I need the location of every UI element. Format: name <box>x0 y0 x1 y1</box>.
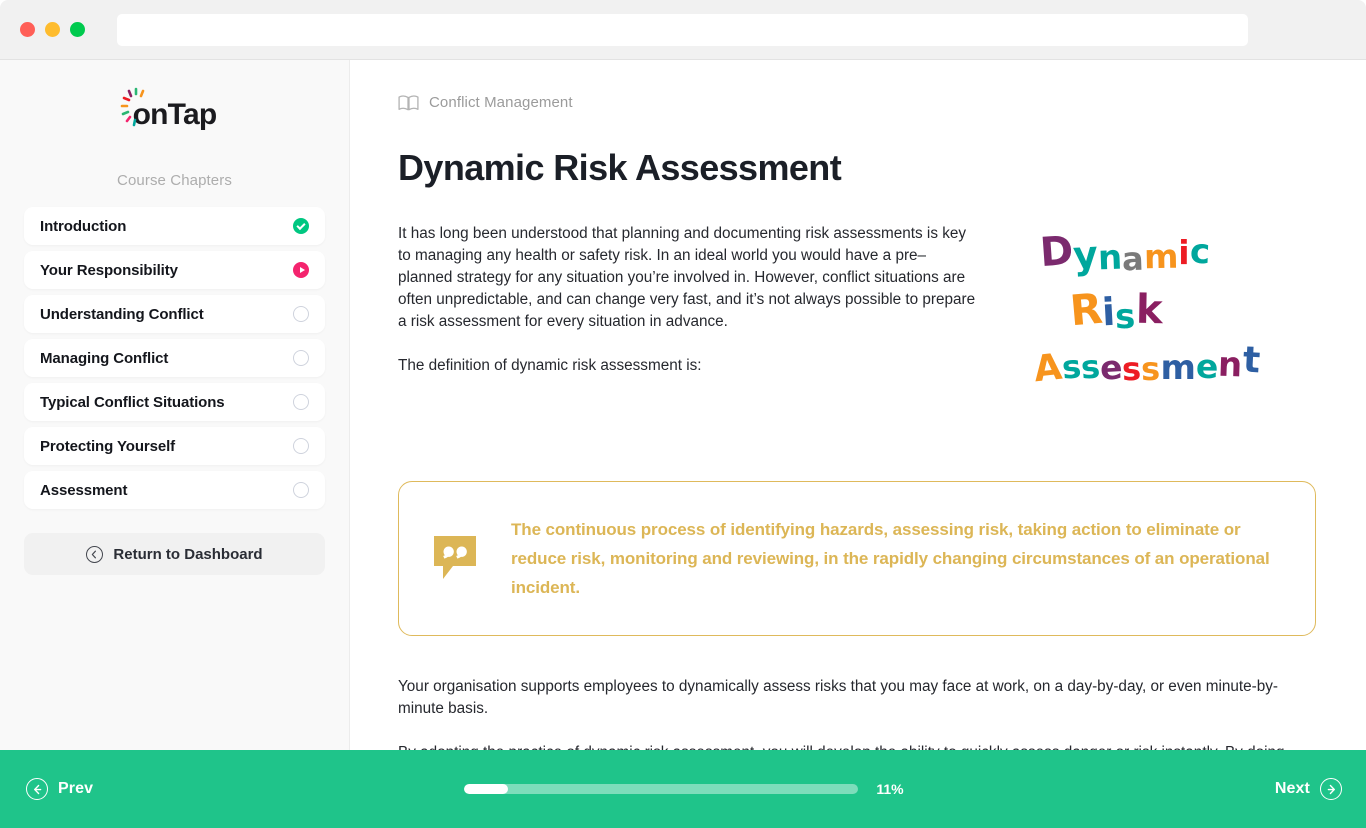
arrow-right-circle-icon <box>1320 778 1342 800</box>
wordart-letter: n <box>1217 344 1244 386</box>
wordart-line-3: Assessment <box>1032 339 1261 391</box>
maximize-button[interactable] <box>70 22 85 37</box>
prev-button[interactable]: Prev <box>26 778 93 800</box>
dynamic-risk-assessment-wordart-image: Dynamic Risk Assessment <box>1002 223 1316 407</box>
wordart-letter: n <box>1097 237 1123 279</box>
sidebar-item-label: Understanding Conflict <box>40 305 204 323</box>
breadcrumb[interactable]: Conflict Management <box>398 94 1316 111</box>
wordart-letter: s <box>1121 349 1143 389</box>
progress-track[interactable] <box>464 784 859 794</box>
empty-circle-icon <box>293 350 309 366</box>
logo-burst-icon <box>120 87 144 127</box>
definition-quote-box: The continuous process of identifying ha… <box>398 481 1316 636</box>
progress-percent-label: 11% <box>876 781 904 797</box>
chapter-list: Introduction Your Responsibility Understan… <box>24 207 325 509</box>
sidebar-item-label: Introduction <box>40 217 127 235</box>
intro-paragraphs: It has long been understood that plannin… <box>398 223 976 377</box>
app-viewport: onTap Course Chapters Introduction Your R… <box>0 60 1366 828</box>
lesson-content: Conflict Management Dynamic Risk Assessm… <box>350 60 1366 828</box>
minimize-button[interactable] <box>45 22 60 37</box>
intro-row: It has long been understood that plannin… <box>398 223 1316 407</box>
wordart-letter: t <box>1241 339 1261 382</box>
quote-bubble-icon <box>431 533 479 585</box>
empty-circle-icon <box>293 482 309 498</box>
app-window: onTap Course Chapters Introduction Your R… <box>0 0 1366 828</box>
brand-logo[interactable]: onTap <box>24 86 325 144</box>
book-icon <box>398 94 419 110</box>
play-circle-icon <box>293 262 309 278</box>
return-to-dashboard-button[interactable]: Return to Dashboard <box>24 533 325 575</box>
course-chapters-heading: Course Chapters <box>117 172 232 189</box>
close-button[interactable] <box>20 22 35 37</box>
page-title: Dynamic Risk Assessment <box>398 147 842 188</box>
wordart-line-2: Risk <box>1067 283 1163 338</box>
empty-circle-icon <box>293 394 309 410</box>
progress-fill <box>464 784 508 794</box>
wordart-letter: A <box>1031 346 1064 391</box>
sidebar-item-introduction[interactable]: Introduction <box>24 207 325 245</box>
sidebar-item-typical-conflict-situations[interactable]: Typical Conflict Situations <box>24 383 325 421</box>
sidebar-item-label: Managing Conflict <box>40 349 169 367</box>
progress-area: 11% <box>93 781 1275 797</box>
sidebar-item-assessment[interactable]: Assessment <box>24 471 325 509</box>
wordart-letter: R <box>1067 283 1105 336</box>
prev-label: Prev <box>58 780 94 797</box>
sidebar: onTap Course Chapters Introduction Your R… <box>0 60 350 828</box>
sidebar-item-label: Your Responsibility <box>40 261 178 279</box>
wordart-letter: e <box>1195 346 1219 387</box>
next-button[interactable]: Next <box>1275 778 1342 800</box>
lesson-navigation-bar: Prev 11% Next <box>0 750 1366 828</box>
wordart-letter: y <box>1072 232 1100 278</box>
sidebar-item-label: Protecting Yourself <box>40 437 176 455</box>
wordart-letter: m <box>1143 236 1179 277</box>
breadcrumb-label: Conflict Management <box>429 94 573 111</box>
wordart-letter: c <box>1188 231 1211 273</box>
wordart-letter: k <box>1135 286 1163 334</box>
sidebar-item-understanding-conflict[interactable]: Understanding Conflict <box>24 295 325 333</box>
wordart-letter: s <box>1141 349 1161 389</box>
wordart-line-1: Dynamic <box>1038 227 1211 279</box>
arrow-left-circle-icon <box>86 545 104 563</box>
sidebar-item-your-responsibility[interactable]: Your Responsibility <box>24 251 325 289</box>
sidebar-item-label: Assessment <box>40 481 128 499</box>
wordart-letter: m <box>1160 348 1196 388</box>
next-label: Next <box>1274 780 1310 797</box>
sidebar-item-label: Typical Conflict Situations <box>40 393 225 411</box>
wordart-letter: D <box>1038 227 1075 277</box>
browser-chrome <box>0 0 1366 60</box>
wordart-letter: e <box>1098 347 1124 388</box>
wordart-letter: s <box>1115 296 1136 338</box>
paragraph-1: It has long been understood that plannin… <box>398 225 976 330</box>
empty-circle-icon <box>293 306 309 322</box>
empty-circle-icon <box>293 438 309 454</box>
sidebar-item-protecting-yourself[interactable]: Protecting Yourself <box>24 427 325 465</box>
address-bar[interactable] <box>117 13 1248 46</box>
paragraph-2: The definition of dynamic risk assessmen… <box>398 357 702 374</box>
arrow-left-circle-icon <box>26 778 48 800</box>
definition-quote-text: The continuous process of identifying ha… <box>511 520 1270 597</box>
wordart-letter: a <box>1121 239 1145 279</box>
wordart-letter: i <box>1178 233 1190 272</box>
check-circle-icon <box>293 218 309 234</box>
sidebar-item-managing-conflict[interactable]: Managing Conflict <box>24 339 325 377</box>
paragraph-3: Your organisation supports employees to … <box>398 678 1278 717</box>
wordart-letter: s <box>1079 347 1102 387</box>
return-to-dashboard-label: Return to Dashboard <box>113 545 263 563</box>
window-controls <box>20 22 85 37</box>
